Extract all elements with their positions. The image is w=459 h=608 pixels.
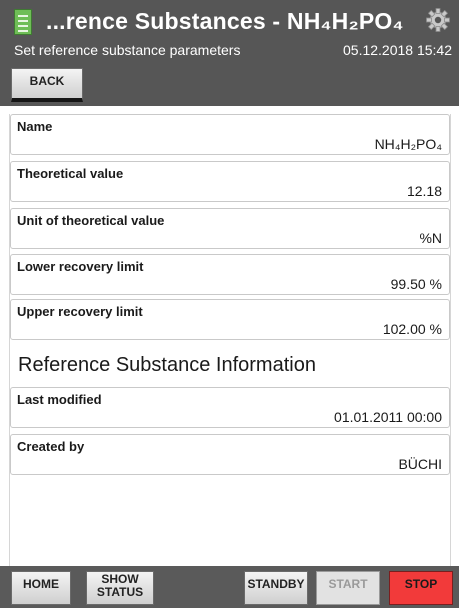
field-value: 102.00 % <box>382 321 442 337</box>
field-value: 12.18 <box>406 183 442 199</box>
standby-button[interactable]: STANDBY <box>244 571 308 605</box>
field-label: Unit of theoretical value <box>17 213 165 228</box>
field-unit[interactable]: Unit of theoretical value %N <box>10 208 450 249</box>
field-value: BÜCHI <box>398 456 442 472</box>
field-label: Name <box>17 119 53 134</box>
footer-bar: HOME SHOW STATUS STANDBY START STOP <box>0 566 459 608</box>
back-button[interactable]: BACK <box>11 68 83 102</box>
section-heading: Reference Substance Information <box>18 354 316 376</box>
parameter-panel: Name NH₄H₂PO₄ Theoretical value 12.18 Un… <box>9 114 451 566</box>
gear-icon[interactable] <box>425 7 451 33</box>
field-upper-recovery-limit[interactable]: Upper recovery limit 102.00 % <box>10 299 450 340</box>
show-status-button[interactable]: SHOW STATUS <box>86 571 154 605</box>
start-button: START <box>316 571 380 605</box>
field-value: 99.50 % <box>390 276 442 292</box>
field-last-modified: Last modified 01.01.2011 00:00 <box>10 387 450 428</box>
field-label: Last modified <box>17 392 102 407</box>
field-value: NH₄H₂PO₄ <box>374 136 442 152</box>
field-label: Upper recovery limit <box>17 304 143 319</box>
field-value: %N <box>419 230 442 246</box>
field-created-by: Created by BÜCHI <box>10 434 450 475</box>
field-value: 01.01.2011 00:00 <box>334 409 442 425</box>
stop-button[interactable]: STOP <box>389 571 453 605</box>
document-icon <box>14 9 32 35</box>
field-theoretical-value[interactable]: Theoretical value 12.18 <box>10 161 450 202</box>
field-lower-recovery-limit[interactable]: Lower recovery limit 99.50 % <box>10 254 450 295</box>
field-label: Lower recovery limit <box>17 259 144 274</box>
field-name[interactable]: Name NH₄H₂PO₄ <box>10 114 450 155</box>
field-label: Theoretical value <box>17 166 124 181</box>
date-time: 05.12.2018 15:42 <box>343 42 452 58</box>
page-subtitle: Set reference substance parameters <box>14 42 241 58</box>
home-button[interactable]: HOME <box>11 571 71 605</box>
page-title: ...rence Substances - NH₄H₂PO₄ <box>46 8 404 34</box>
header-bar: ...rence Substances - NH₄H₂PO₄ Set refer… <box>0 0 459 106</box>
show-status-label-line2: STATUS <box>96 585 144 599</box>
field-label: Created by <box>17 439 85 454</box>
